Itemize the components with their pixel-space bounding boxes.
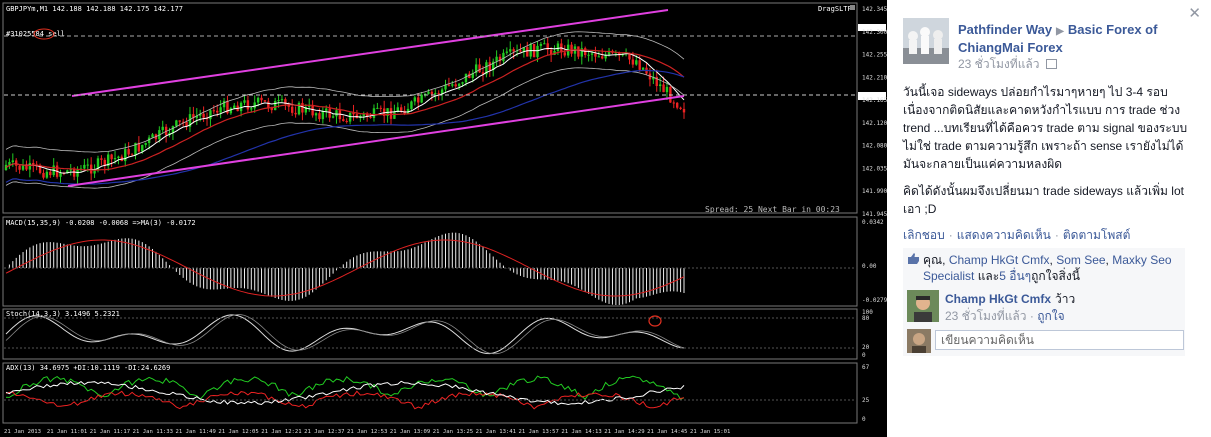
time-tick-label: 21 Jan 15:01 (690, 429, 730, 435)
price-tick-label: 141.945 (862, 211, 887, 218)
close-icon[interactable]: ✕ (1188, 4, 1201, 22)
write-comment-row: เขียนความคิดเห็น (903, 326, 1185, 356)
triangle-right-icon: ▶ (1056, 26, 1064, 37)
time-tick-label: 21 Jan 12:21 (261, 429, 301, 435)
adx-label: ADX(13) 34.6975 +DI:10.1119 -DI:24.6269 (6, 364, 170, 372)
likes-summary: คุณ, Champ HkGt Cmfx, Som See, Maxky Seo… (903, 248, 1185, 288)
price-tick-label: 142.300 (862, 29, 887, 36)
macd-tick-label: -0.0279 (862, 297, 887, 304)
thumbs-up-icon (908, 253, 919, 264)
post-actions: เลิกชอบ · แสดงความคิดเห็น · ติดตามโพสต์ (903, 228, 1131, 242)
commenter-link[interactable]: Champ HkGt Cmfx (945, 292, 1051, 306)
time-tick-label: 21 Jan 11:33 (133, 429, 173, 435)
time-tick-label: 21 Jan 14:29 (604, 429, 644, 435)
time-tick-label: 21 Jan 14:45 (647, 429, 687, 435)
author-avatar[interactable] (903, 18, 949, 64)
author-link[interactable]: Pathfinder Way (958, 22, 1052, 37)
macd-label: MACD(15,35,9) -0.0208 -0.0068 =>MA(3) -0… (6, 219, 196, 227)
commenter-avatar[interactable] (907, 290, 939, 322)
time-tick-label: 21 Jan 13:57 (519, 429, 559, 435)
time-tick-label: 21 Jan 2013 (4, 429, 41, 435)
price-tick-label: 142.120 (862, 120, 887, 127)
price-tick-label: 141.990 (862, 188, 887, 195)
macd-tick-label: 0.00 (862, 263, 877, 270)
price-tick-label: 142.210 (862, 74, 887, 81)
trading-chart-screenshot: GBPJPYm,M1 142.188 142.188 142.175 142.1… (0, 0, 887, 437)
comment-item: Champ HkGt Cmfx ว้าว 23 ชั่วโมงที่แล้ว · … (903, 286, 1185, 326)
time-tick-label: 21 Jan 13:41 (476, 429, 516, 435)
others-link[interactable]: 5 อื่นๆ (999, 269, 1031, 283)
time-tick-label: 21 Jan 12:53 (347, 429, 387, 435)
adx-tick-label: 25 (862, 397, 870, 404)
price-tick-label: 142.165 (862, 97, 887, 104)
time-tick-label: 21 Jan 13:25 (433, 429, 473, 435)
symbol-label: GBPJPYm,M1 142.188 142.188 142.175 142.1… (6, 5, 183, 13)
macd-tick-label: 0.0342 (862, 219, 884, 226)
time-tick-label: 21 Jan 12:05 (218, 429, 258, 435)
stoch-tick-label: 80 (862, 315, 870, 322)
comment-time[interactable]: 23 ชั่วโมงที่แล้ว (945, 309, 1027, 323)
comment-text: ว้าว (1055, 292, 1076, 306)
adx-tick-label: 0 (862, 416, 866, 423)
post-paragraph-2: คิดได้ดังนั้นผมจึงเปลี่ยนมา trade sidewa… (903, 184, 1184, 216)
audience-icon (1045, 59, 1057, 69)
price-tick-label: 142.345 (862, 6, 887, 13)
my-avatar (907, 329, 931, 353)
price-tick-label: 142.080 (862, 143, 887, 150)
post-time-text[interactable]: 23 ชั่วโมงที่แล้ว (958, 57, 1040, 71)
price-tick-label: 142.035 (862, 165, 887, 172)
time-tick-label: 21 Jan 11:49 (176, 429, 216, 435)
comment-like-link[interactable]: ถูกใจ (1037, 309, 1064, 323)
unlike-link[interactable]: เลิกชอบ (903, 228, 945, 242)
ea-label: DragSLTP (818, 5, 852, 13)
facebook-post-panel: ✕ Pathfinder Way ▶ Basic Forex of ChiangMa… (887, 0, 1211, 437)
comment-input[interactable]: เขียนความคิดเห็น (935, 330, 1184, 350)
liker-link-1[interactable]: Champ HkGt Cmfx (949, 253, 1050, 267)
adx-tick-label: 67 (862, 364, 870, 371)
stoch-label: Stoch(14,3,3) 3.1496 5.2321 (6, 310, 120, 318)
time-tick-label: 21 Jan 12:37 (304, 429, 344, 435)
stoch-tick-label: 20 (862, 344, 870, 351)
time-tick-label: 21 Jan 14:13 (561, 429, 601, 435)
post-paragraph-1: วันนี้เจอ sideways ปล่อยกำไรมาๆหายๆ ไป 3… (903, 85, 1188, 171)
time-tick-label: 21 Jan 11:01 (47, 429, 87, 435)
stoch-tick-label: 0 (862, 352, 866, 359)
liker-link-2[interactable]: Som See (1056, 253, 1105, 267)
post-message: วันนี้เจอ sideways ปล่อยกำไรมาๆหายๆ ไป 3… (903, 83, 1199, 227)
spread-status: Spread: 25 Next Bar in 00:23 (705, 205, 840, 214)
time-tick-label: 21 Jan 11:17 (90, 429, 130, 435)
price-tick-label: 142.255 (862, 52, 887, 59)
follow-post-link[interactable]: ติดตามโพสต์ (1063, 228, 1131, 242)
comment-link[interactable]: แสดงความคิดเห็น (957, 228, 1051, 242)
time-tick-label: 21 Jan 13:09 (390, 429, 430, 435)
post-timestamp[interactable]: 23 ชั่วโมงที่แล้ว (958, 55, 1057, 74)
post-author-line: Pathfinder Way ▶ Basic Forex of ChiangMai … (958, 22, 1193, 56)
